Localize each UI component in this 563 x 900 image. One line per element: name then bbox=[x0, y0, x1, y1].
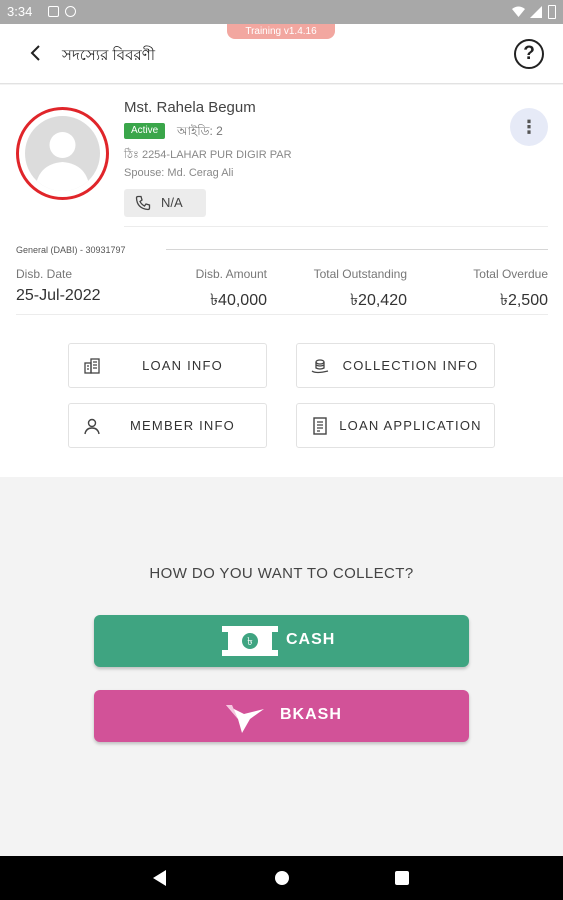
avatar-ring bbox=[16, 107, 109, 200]
coins-icon bbox=[311, 359, 329, 374]
notification-icon bbox=[48, 6, 59, 17]
page-title: সদস্যের বিবরণী bbox=[62, 47, 156, 64]
cash-note-icon: ৳ bbox=[222, 626, 278, 656]
cash-label: CASH bbox=[286, 631, 336, 648]
battery-icon bbox=[548, 5, 556, 19]
bkash-label: BKASH bbox=[280, 706, 342, 723]
document-icon bbox=[313, 417, 327, 435]
app-bar: সদস্যের বিবরণী Training v1.4.16 ? bbox=[0, 24, 563, 84]
collection-info-button[interactable]: COLLECTION INFO bbox=[296, 343, 495, 388]
divider bbox=[16, 314, 548, 315]
stat-label: Total Outstanding bbox=[313, 267, 407, 281]
status-time: 3:34 bbox=[7, 4, 33, 19]
status-badge: Active bbox=[124, 123, 166, 139]
nav-label: LOAN APPLICATION bbox=[339, 418, 482, 433]
bkash-bird-icon bbox=[226, 705, 264, 733]
help-icon[interactable]: ? bbox=[514, 39, 544, 69]
stat-value: ৳2,500 bbox=[499, 292, 548, 309]
taka-symbol: ৳ bbox=[247, 635, 252, 648]
member-address: ঠিঃ 2254-LAHAR PUR DIGIR PAR bbox=[124, 149, 292, 161]
collect-title: HOW DO YOU WANT TO COLLECT? bbox=[149, 565, 414, 582]
notification-icon bbox=[65, 6, 76, 17]
more-options-icon[interactable]: ⋮ bbox=[510, 108, 548, 146]
stat-label: Total Overdue bbox=[473, 267, 548, 281]
total-overdue-stat: Total Overdue ৳2,500 bbox=[473, 267, 548, 314]
member-info-button[interactable]: MEMBER INFO bbox=[68, 403, 267, 448]
loan-type-label: General (DABI) - 30931797 bbox=[16, 245, 126, 255]
total-outstanding-stat: Total Outstanding ৳20,420 bbox=[314, 267, 407, 314]
system-nav-bar bbox=[0, 856, 563, 900]
member-id: আইডি: 2 bbox=[177, 124, 223, 138]
nav-label: LOAN INFO bbox=[142, 358, 223, 373]
phone-button[interactable]: N/A bbox=[124, 189, 206, 217]
nav-label: COLLECTION INFO bbox=[342, 358, 479, 373]
member-name: Mst. Rahela Begum bbox=[124, 99, 256, 116]
nav-label: MEMBER INFO bbox=[130, 418, 235, 433]
phone-number: N/A bbox=[161, 195, 183, 210]
stat-label: Disb. Amount bbox=[195, 267, 267, 281]
stat-value: 25-Jul-2022 bbox=[16, 287, 101, 304]
stat-label: Disb. Date bbox=[16, 267, 73, 281]
loan-application-button[interactable]: LOAN APPLICATION bbox=[296, 403, 495, 448]
loan-info-button[interactable]: LOAN INFO bbox=[68, 343, 267, 388]
wifi-icon bbox=[512, 6, 525, 17]
phone-icon bbox=[135, 195, 151, 211]
building-icon bbox=[84, 358, 100, 374]
back-arrow-icon[interactable] bbox=[24, 41, 48, 65]
bkash-button[interactable]: BKASH bbox=[94, 690, 469, 742]
nav-back-icon[interactable] bbox=[153, 870, 167, 886]
member-profile-card: Mst. Rahela Begum Active আইডি: 2 ঠিঃ 225… bbox=[0, 85, 563, 477]
signal-icon bbox=[530, 6, 542, 18]
avatar bbox=[25, 116, 100, 191]
stat-value: ৳20,420 bbox=[350, 292, 407, 309]
nav-recents-icon[interactable] bbox=[395, 871, 409, 885]
person-silhouette-icon bbox=[35, 132, 90, 191]
divider bbox=[166, 249, 548, 250]
disb-amount-stat: Disb. Amount ৳40,000 bbox=[196, 267, 267, 314]
cash-button[interactable]: ৳ CASH bbox=[94, 615, 469, 667]
divider bbox=[124, 226, 548, 227]
stat-value: ৳40,000 bbox=[210, 292, 267, 309]
disb-date-stat: Disb. Date 25-Jul-2022 bbox=[16, 267, 101, 305]
status-bar: 3:34 bbox=[0, 0, 563, 24]
member-spouse: Spouse: Md. Cerag Ali bbox=[124, 167, 234, 179]
version-badge: Training v1.4.16 bbox=[227, 24, 335, 39]
person-icon bbox=[84, 418, 100, 435]
nav-home-icon[interactable] bbox=[275, 871, 289, 885]
